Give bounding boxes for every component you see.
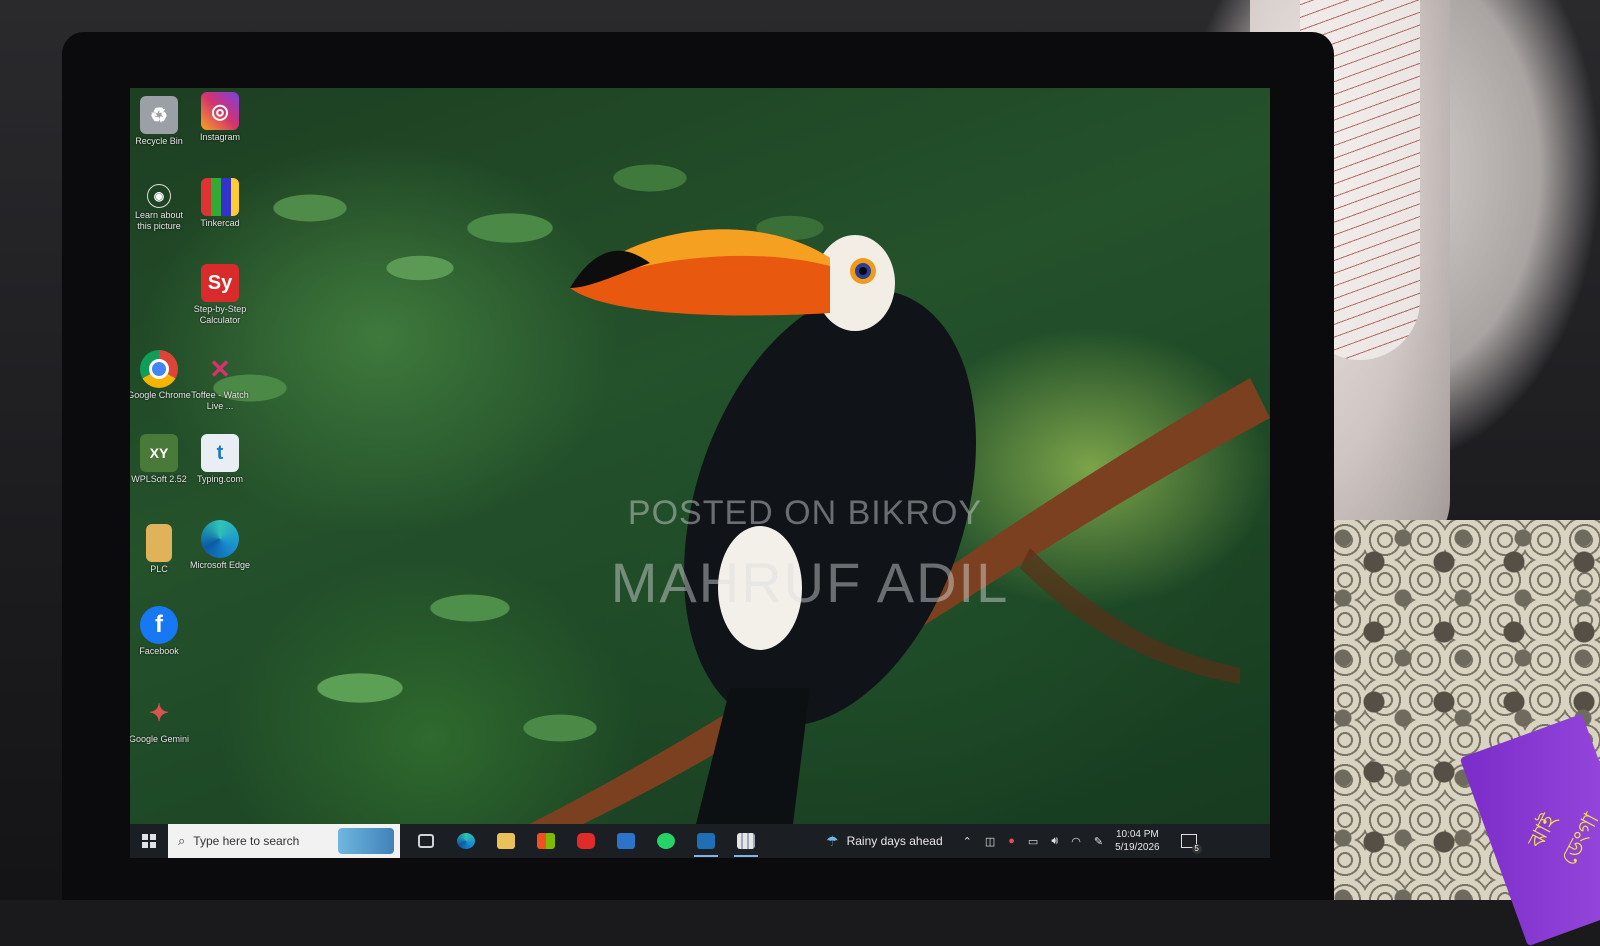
icon-label: Google Chrome xyxy=(130,390,191,400)
search-highlight-image xyxy=(338,828,394,854)
taskbar-edge[interactable] xyxy=(446,824,486,858)
icon-label: Typing.com xyxy=(196,474,244,484)
desktop-icon-toffee[interactable]: ✕ Toffee - Watch Live ... xyxy=(188,350,252,412)
weather-widget[interactable]: ☂ Rainy days ahead xyxy=(826,833,943,850)
notification-center-button[interactable]: 5 xyxy=(1174,824,1204,858)
windows-icon xyxy=(142,834,156,848)
search-placeholder: Type here to search xyxy=(193,834,300,848)
clock-date: 5/19/2026 xyxy=(1115,842,1160,853)
watermark-line1: POSTED ON BIKROY xyxy=(627,494,983,532)
toucan xyxy=(570,229,977,848)
mail-icon xyxy=(617,833,635,849)
desktop-icon-learn-about-picture[interactable]: ◉ Learn about this picture xyxy=(130,184,191,232)
recycle-bin-icon: ♻ xyxy=(140,96,178,134)
taskbar-search[interactable]: ⌕ Type here to search xyxy=(168,824,400,858)
window-icon xyxy=(697,833,715,849)
taskbar: ⌕ Type here to search ☂ Rainy days ahead… xyxy=(130,824,1270,858)
whatsapp-icon xyxy=(657,833,675,849)
edge-icon xyxy=(457,833,475,849)
icon-label: Toffee - Watch Live ... xyxy=(191,390,249,411)
clock[interactable]: 10:04 PM 5/19/2026 xyxy=(1115,828,1160,854)
wifi-icon[interactable]: ◠ xyxy=(1071,835,1081,848)
typing-icon: t xyxy=(201,434,239,472)
search-icon: ⌕ xyxy=(178,833,186,848)
chrome-icon xyxy=(140,350,178,388)
taskbar-microsoft-store[interactable] xyxy=(526,824,566,858)
instagram-icon: ◎ xyxy=(201,92,239,130)
desktop-screen: POSTED ON BIKROY MAHRUF ADIL ♻ Recycle B… xyxy=(130,88,1270,858)
store-icon xyxy=(537,833,555,849)
desktop-icon-facebook[interactable]: f Facebook xyxy=(130,606,191,657)
tinkercad-icon xyxy=(201,178,239,216)
desktop-icon-instagram[interactable]: ◎ Instagram xyxy=(188,92,252,143)
rain-icon: ☂ xyxy=(826,832,839,849)
desktop-icon-plc[interactable]: PLC xyxy=(130,524,191,575)
icon-label: Step-by-Step Calculator xyxy=(193,304,247,325)
desktop-icon-step-by-step-calculator[interactable]: Sy Step-by-Step Calculator xyxy=(188,264,252,326)
icon-label: Facebook xyxy=(139,646,179,656)
wplsoft-icon: XY xyxy=(140,434,178,472)
desktop-icon-microsoft-edge[interactable]: Microsoft Edge xyxy=(188,520,252,571)
tray-app-red-icon[interactable]: ● xyxy=(1008,835,1015,847)
watermark-line2: MAHRUF ADIL xyxy=(610,551,1010,614)
toffee-icon: ✕ xyxy=(209,353,231,384)
folder-icon xyxy=(497,833,515,849)
clock-time: 10:04 PM xyxy=(1115,829,1159,840)
icon-label: Instagram xyxy=(199,132,241,142)
weather-text: Rainy days ahead xyxy=(846,834,943,848)
edge-icon xyxy=(201,520,239,558)
camera-icon: ◉ xyxy=(147,184,171,208)
icon-label: Google Gemini xyxy=(130,734,190,744)
icon-label: Learn about this picture xyxy=(134,210,184,231)
folder-icon xyxy=(146,524,172,562)
pen-icon[interactable]: ✎ xyxy=(1094,835,1103,848)
taskbar-task-view[interactable] xyxy=(406,824,446,858)
desktop-icon-typing-com[interactable]: t Typing.com xyxy=(188,434,252,485)
icon-label: Recycle Bin xyxy=(135,136,183,146)
volume-icon[interactable]: 🔊︎ xyxy=(1051,835,1058,848)
taskbar-youtube[interactable] xyxy=(566,824,606,858)
desktop-icon-tinkercad[interactable]: Tinkercad xyxy=(188,178,252,229)
taskbar-outlook[interactable] xyxy=(606,824,646,858)
desktop-icon-google-chrome[interactable]: Google Chrome xyxy=(130,350,191,401)
notification-icon: 5 xyxy=(1180,834,1202,854)
chevron-up-icon[interactable]: ⌃ xyxy=(963,835,972,848)
desktop-icon-wplsoft[interactable]: XY WPLSoft 2.52 xyxy=(130,434,191,485)
tray-app-icon[interactable]: ◫ xyxy=(985,835,995,848)
notification-count: 5 xyxy=(1191,844,1202,854)
battery-icon[interactable]: ▭ xyxy=(1028,835,1038,848)
desktop-icon-google-gemini[interactable]: ✦ Google Gemini xyxy=(130,694,191,745)
taskbar-app-active[interactable] xyxy=(686,824,726,858)
gemini-icon: ✦ xyxy=(148,699,170,727)
taskbar-app-grid[interactable] xyxy=(726,824,766,858)
youtube-icon xyxy=(577,833,595,849)
task-view-icon xyxy=(418,834,434,848)
icon-label: PLC xyxy=(150,564,168,574)
taskbar-file-explorer[interactable] xyxy=(486,824,526,858)
facebook-icon: f xyxy=(140,606,178,644)
icon-label: WPLSoft 2.52 xyxy=(131,474,187,484)
icon-label: Tinkercad xyxy=(200,218,240,228)
grid-icon xyxy=(737,833,755,849)
taskbar-whatsapp[interactable] xyxy=(646,824,686,858)
desktop-icon-recycle-bin[interactable]: ♻ Recycle Bin xyxy=(130,96,191,147)
icon-label: Microsoft Edge xyxy=(189,560,251,570)
start-button[interactable] xyxy=(130,824,168,858)
calculator-icon: Sy xyxy=(201,264,239,302)
system-tray: ⌃ ◫ ● ▭ 🔊︎ ◠ ✎ xyxy=(963,835,1103,848)
taskbar-apps xyxy=(406,824,766,858)
